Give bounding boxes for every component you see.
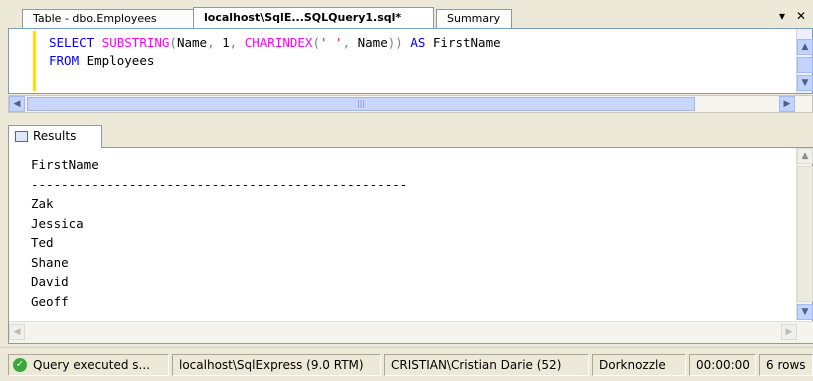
column-name: Name (176, 35, 208, 50)
tab-results[interactable]: Results (8, 125, 102, 148)
column-header: FirstName (31, 157, 99, 172)
table-name: Employees (79, 53, 155, 68)
status-message: ✓ Query executed s... (8, 354, 169, 376)
tab-label: Results (33, 129, 77, 143)
tab-label: Summary (447, 12, 501, 25)
scroll-right-icon[interactable]: ▶ (779, 96, 795, 112)
check-icon: ✓ (13, 358, 27, 372)
results-horizontal-scrollbar[interactable]: ◀ ▶ (9, 321, 813, 343)
tab-label: localhost\SqlE...SQLQuery1.sql* (204, 11, 402, 24)
operator: ( (312, 35, 320, 50)
grid-results-icon (15, 131, 28, 142)
result-row: David (31, 274, 69, 289)
query-text[interactable]: SELECT SUBSTRING(Name, 1, CHARINDEX(' ',… (49, 34, 501, 70)
operator: , (342, 35, 351, 50)
results-text: FirstName -------------------------------… (31, 155, 407, 311)
tab-list-dropdown-icon[interactable]: ▾ (779, 9, 785, 23)
scroll-thumb[interactable] (797, 57, 813, 73)
keyword-as: AS (402, 35, 426, 50)
result-row: Zak (31, 196, 54, 211)
scroll-down-icon[interactable]: ▼ (797, 75, 813, 91)
status-server: localhost\SqlExpress (9.0 RTM) (172, 354, 381, 376)
document-tab-bar: Table - dbo.Employees localhost\SqlE...S… (0, 0, 813, 28)
operator: , (207, 35, 215, 50)
keyword-select: SELECT (49, 35, 95, 50)
tab-summary[interactable]: Summary (436, 9, 512, 28)
status-message-text: Query executed s... (33, 358, 150, 372)
scroll-up-icon[interactable]: ▲ (797, 148, 813, 164)
result-row: Ted (31, 235, 54, 250)
scroll-right-icon[interactable]: ▶ (781, 324, 797, 340)
status-user: CRISTIAN\Cristian Darie (52) (384, 354, 589, 376)
status-database: Dorknozzle (592, 354, 686, 376)
status-bar: ✓ Query executed s... localhost\SqlExpre… (0, 347, 813, 381)
change-marker (33, 31, 36, 91)
sql-editor[interactable]: SELECT SUBSTRING(Name, 1, CHARINDEX(' ',… (8, 28, 813, 94)
scroll-left-icon[interactable]: ◀ (9, 324, 25, 340)
string-literal: ' ' (319, 35, 343, 50)
result-row: Jessica (31, 215, 84, 231)
literal: 1 (214, 35, 230, 50)
alias: FirstName (425, 35, 501, 50)
keyword-from: FROM (49, 53, 80, 68)
status-row-count: 6 rows (759, 354, 813, 376)
column-name: Name (350, 35, 388, 50)
result-row: Geoff (31, 293, 69, 309)
scroll-up-icon[interactable]: ▲ (797, 39, 813, 55)
function-substring: SUBSTRING (101, 35, 170, 50)
status-elapsed-time: 00:00:00 (689, 354, 756, 376)
function-charindex: CHARINDEX (237, 35, 313, 50)
tab-label: Table - dbo.Employees (33, 12, 157, 25)
results-vertical-scrollbar[interactable]: ▲ ▼ (796, 148, 813, 320)
tab-table-employees[interactable]: Table - dbo.Employees (22, 9, 194, 28)
results-pane[interactable]: FirstName -------------------------------… (8, 147, 813, 344)
editor-horizontal-scrollbar[interactable]: ◀ ||| ▶ (8, 95, 813, 113)
operator: ( (169, 35, 177, 50)
scroll-thumb[interactable] (797, 166, 813, 302)
separator-line: ----------------------------------------… (31, 176, 408, 192)
editor-vertical-scrollbar[interactable]: ▲ ▼ (796, 29, 813, 93)
result-row: Shane (31, 254, 69, 270)
close-icon[interactable]: ✕ (796, 9, 806, 23)
tab-sql-query[interactable]: localhost\SqlE...SQLQuery1.sql* (193, 7, 434, 28)
operator: )) (387, 35, 403, 50)
scroll-down-icon[interactable]: ▼ (797, 304, 813, 320)
scroll-left-icon[interactable]: ◀ (9, 96, 25, 112)
scroll-thumb[interactable]: ||| (27, 97, 695, 111)
